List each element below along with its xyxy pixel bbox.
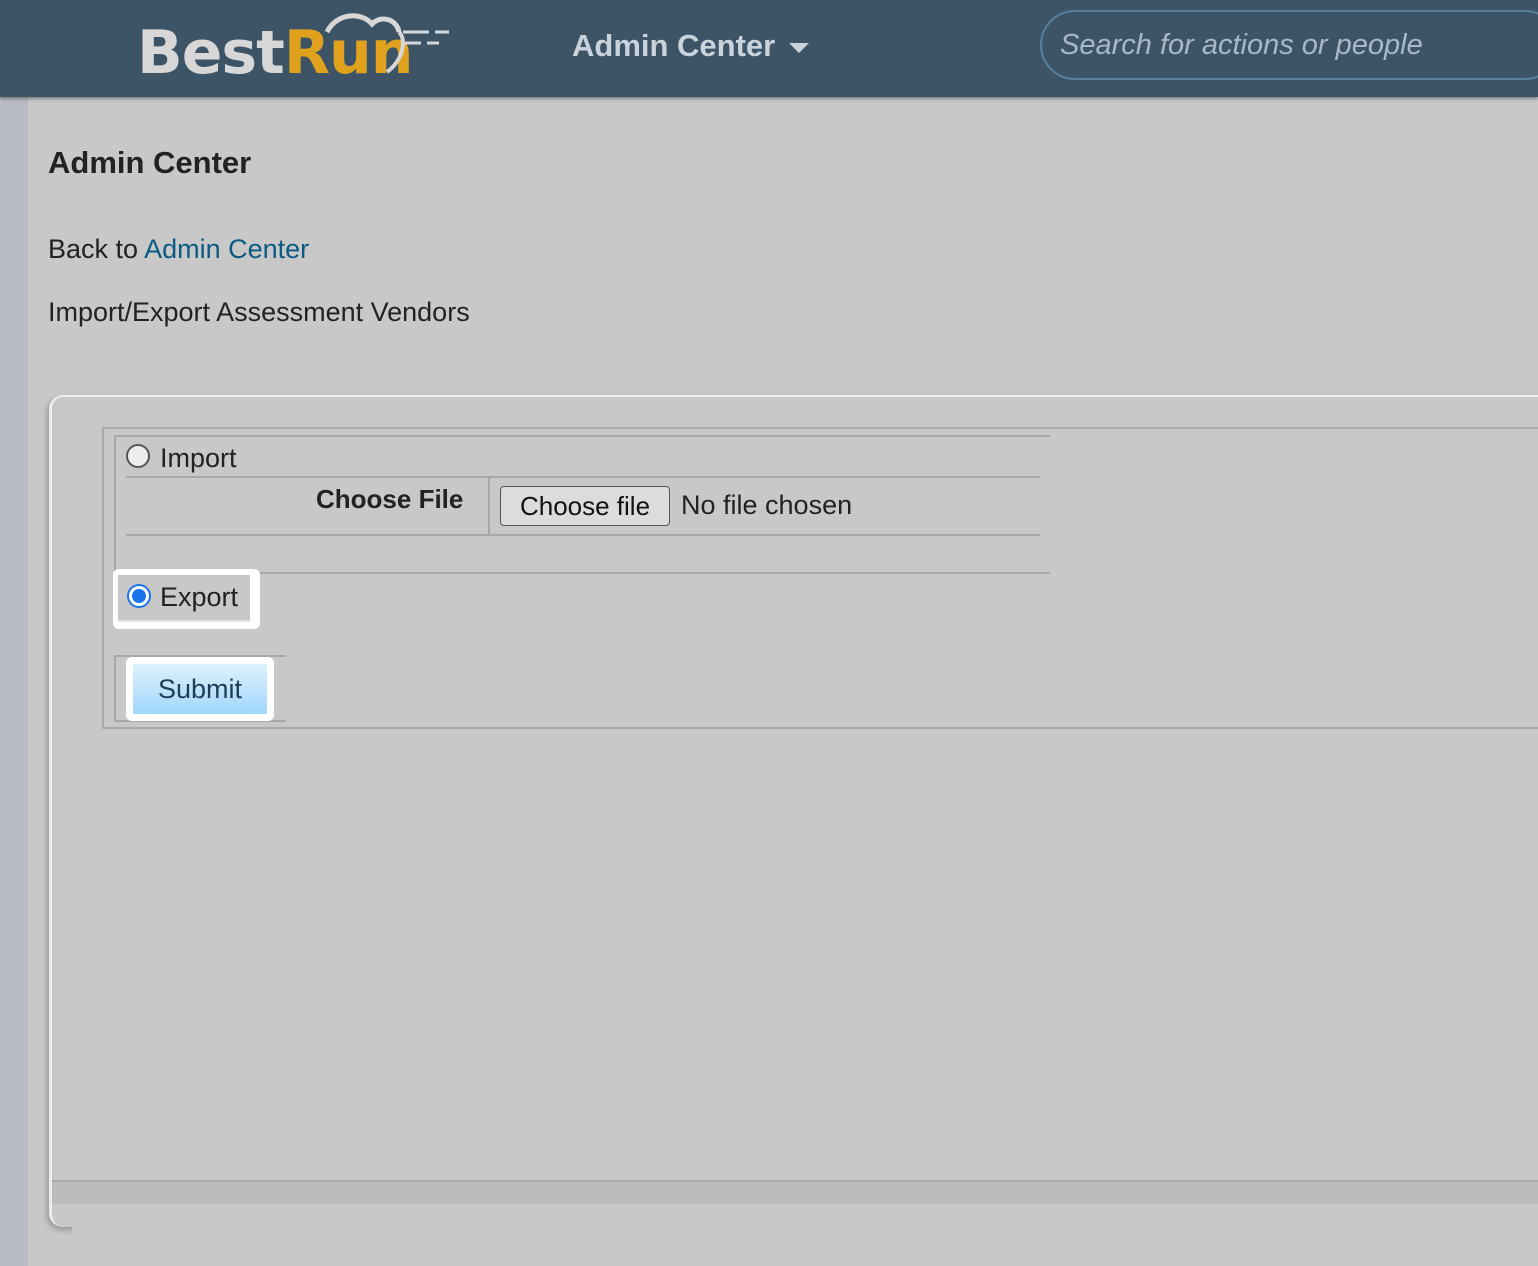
page-subtitle: Import/Export Assessment Vendors xyxy=(48,297,470,327)
import-row-left-border xyxy=(114,435,116,573)
no-file-status: No file chosen xyxy=(681,490,853,520)
export-radio[interactable] xyxy=(127,584,151,608)
submit-row-left-border xyxy=(114,655,116,722)
panel-footer-gap xyxy=(72,1204,1538,1266)
import-radio[interactable] xyxy=(126,444,150,468)
file-row-divider xyxy=(488,476,490,536)
import-label: Import xyxy=(160,443,237,473)
choose-file-label: Choose File xyxy=(316,484,464,514)
logo-best-text: Best xyxy=(137,18,285,88)
admin-center-menu[interactable]: Admin Center xyxy=(572,26,810,66)
search-input[interactable] xyxy=(1040,10,1538,80)
import-row-top-border xyxy=(114,435,1050,437)
file-row-top-border xyxy=(126,476,1040,478)
import-export-form xyxy=(102,427,1538,729)
admin-center-menu-label: Admin Center xyxy=(572,28,776,63)
back-prefix: Back to xyxy=(48,234,139,264)
logo-cloud-icon xyxy=(324,13,449,74)
submit-button[interactable]: Submit xyxy=(133,664,267,714)
top-bar: BestRun Admin Center xyxy=(0,0,1538,97)
panel-footer xyxy=(52,1182,1538,1204)
bestrun-logo[interactable]: BestRun xyxy=(137,10,457,90)
export-label: Export xyxy=(160,582,239,612)
admin-center-link[interactable]: Admin Center xyxy=(144,234,309,264)
page-title: Admin Center xyxy=(48,145,252,180)
chevron-down-icon xyxy=(789,43,810,53)
choose-file-button[interactable]: Choose file xyxy=(500,486,670,526)
left-edge-strip xyxy=(0,97,28,1266)
export-row-underline xyxy=(118,620,250,622)
file-row-bottom-border xyxy=(126,534,1040,536)
back-breadcrumb: Back to Admin Center xyxy=(48,234,309,265)
